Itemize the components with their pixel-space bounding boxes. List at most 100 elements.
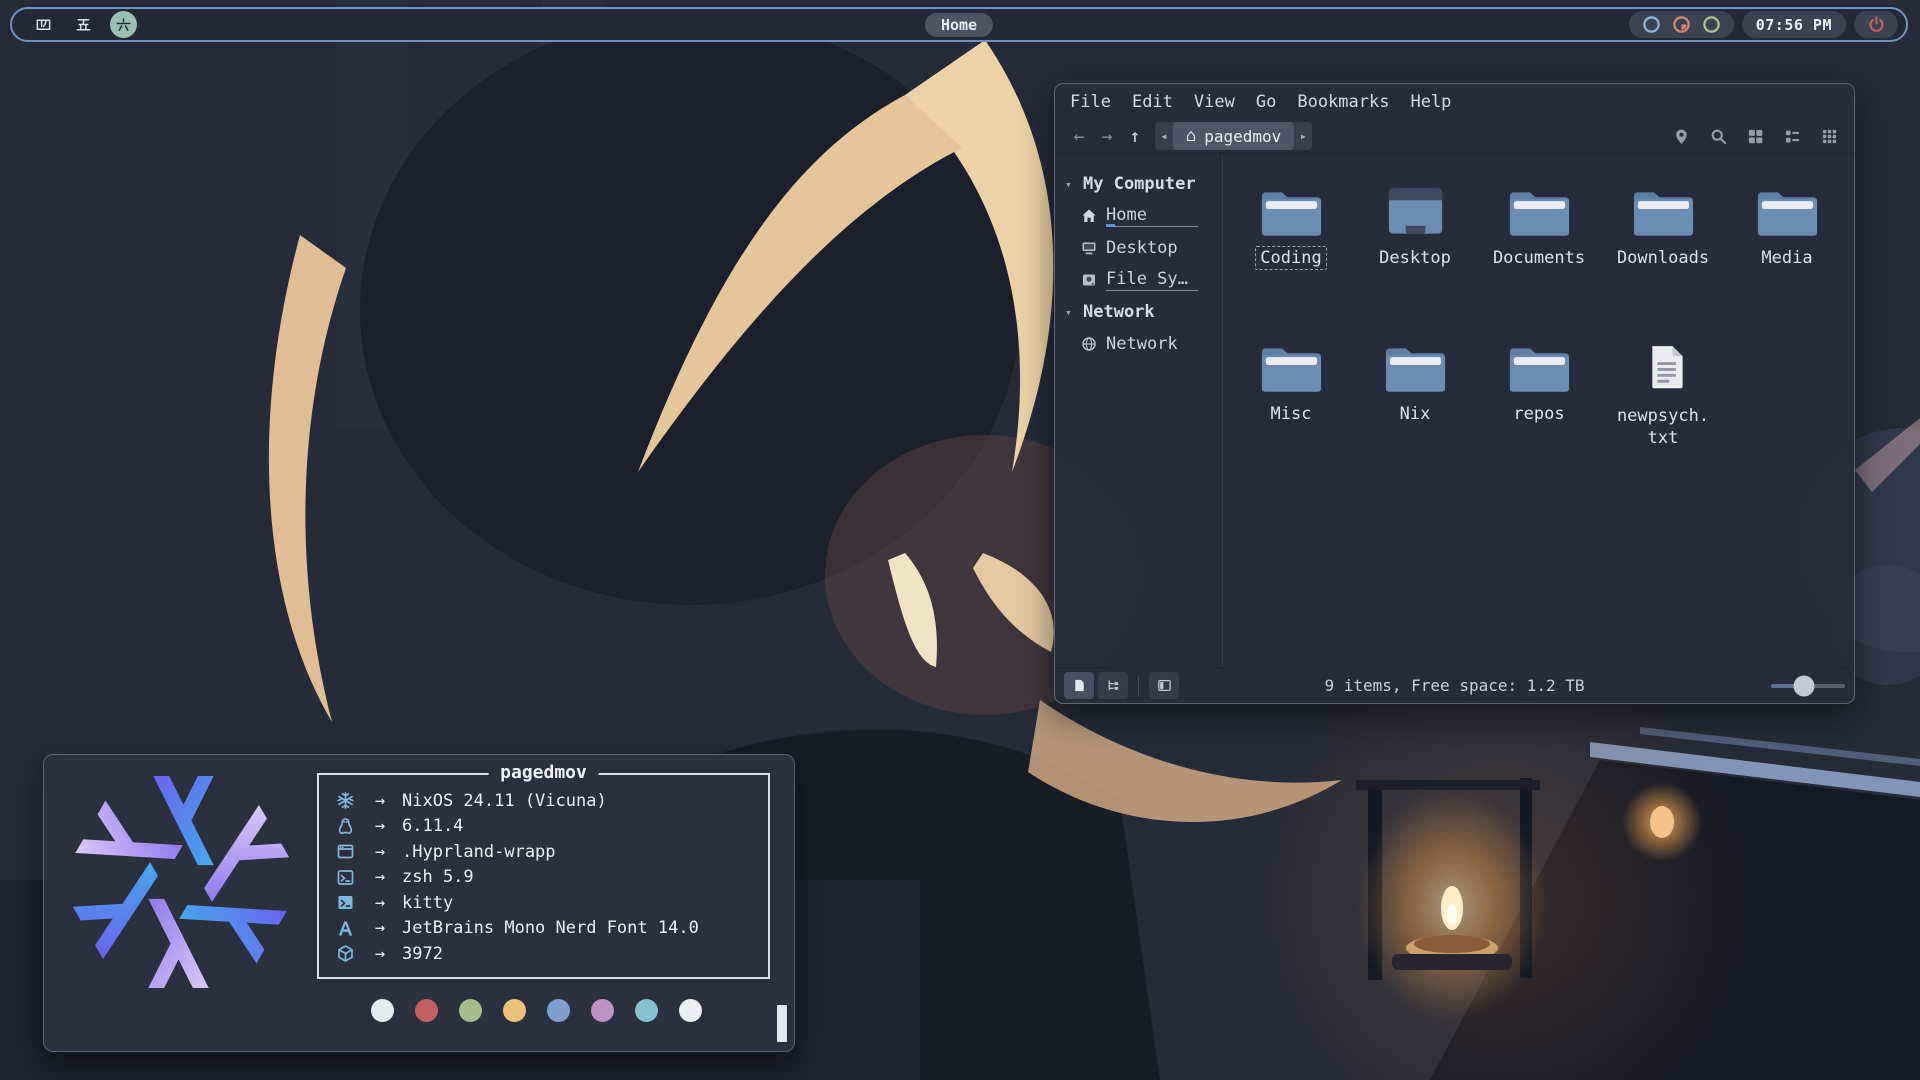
sidebar-item-label: Network <box>1106 334 1178 354</box>
window-icon <box>336 842 355 861</box>
forward-button[interactable]: → <box>1093 123 1121 149</box>
file-label: Misc <box>1271 403 1312 425</box>
sidebar-item-label: Home <box>1106 205 1198 227</box>
fetch-value-os: NixOS 24.11 (Vicuna) <box>402 791 607 811</box>
menu-bookmarks[interactable]: Bookmarks <box>1297 92 1389 112</box>
arrow-icon: → <box>358 867 402 887</box>
arrow-icon: → <box>358 791 402 811</box>
nixos-icon <box>336 791 355 810</box>
tree-pane-button[interactable] <box>1098 672 1128 699</box>
file-label: repos <box>1513 403 1564 425</box>
file-item-documents[interactable]: Documents <box>1477 180 1601 330</box>
path-scroll-left-icon[interactable]: ◂ <box>1155 129 1173 143</box>
palette-dot-5 <box>591 999 614 1022</box>
places-pane-button[interactable] <box>1064 672 1094 699</box>
file-label: newpsych.txt <box>1613 405 1713 449</box>
file-label: Nix <box>1400 403 1431 425</box>
workspace-four-glyph <box>35 16 52 33</box>
workspace-six[interactable] <box>110 11 137 38</box>
top-bar: Home 07:56 PM <box>10 7 1908 42</box>
zoom-slider[interactable] <box>1771 684 1845 688</box>
up-button[interactable]: ↑ <box>1121 123 1149 149</box>
sidebar-item-home[interactable]: Home <box>1055 200 1222 232</box>
zoom-slider-knob[interactable] <box>1794 675 1815 696</box>
file-item-coding[interactable]: Coding <box>1229 180 1353 330</box>
power-button[interactable] <box>1854 11 1898 38</box>
expander-icon[interactable]: ▾ <box>1065 306 1074 319</box>
file-item-media[interactable]: Media <box>1725 180 1849 330</box>
palette-dot-1 <box>415 999 438 1022</box>
sidebar-group-network[interactable]: ▾ Network <box>1055 296 1222 328</box>
workspace-five-glyph <box>75 16 92 33</box>
divider <box>1138 676 1139 696</box>
compact-view-button[interactable] <box>1778 123 1807 149</box>
icon-view-icon <box>1747 128 1764 145</box>
arrow-icon: → <box>358 918 402 938</box>
file-label: Documents <box>1493 247 1585 269</box>
fetch-value-terminal: kitty <box>402 893 453 913</box>
file-item-repos[interactable]: repos <box>1477 336 1601 486</box>
fetch-row-shell: → zsh 5.9 <box>332 865 768 891</box>
sidebar-item-label: Desktop <box>1106 238 1178 258</box>
sidebar-item-filesystem[interactable]: File Sy… <box>1055 264 1222 296</box>
sidebar-group-my-computer[interactable]: ▾ My Computer <box>1055 168 1222 200</box>
file-manager-body: ▾ My Computer Home Desktop File Sy… ▾ Ne… <box>1055 153 1854 667</box>
folder-icon <box>1260 186 1323 238</box>
workspace-five[interactable] <box>70 11 97 38</box>
file-item-nix[interactable]: Nix <box>1353 336 1477 486</box>
color-palette <box>371 999 702 1022</box>
indicator-orange-icon[interactable] <box>1672 15 1691 34</box>
nixos-logo <box>70 771 292 993</box>
indicator-green-icon[interactable] <box>1702 15 1721 34</box>
file-item-newpsych-txt[interactable]: newpsych.txt <box>1601 336 1725 486</box>
expander-icon[interactable]: ▾ <box>1065 178 1074 191</box>
file-item-downloads[interactable]: Downloads <box>1601 180 1725 330</box>
file-item-desktop[interactable]: Desktop <box>1353 180 1477 330</box>
indicator-blue-icon[interactable] <box>1642 15 1661 34</box>
font-icon <box>336 919 355 938</box>
sidebar-item-network[interactable]: Network <box>1055 328 1222 360</box>
toggle-side-pane-button[interactable] <box>1149 672 1179 699</box>
fetch-row-kernel: → 6.11.4 <box>332 814 768 840</box>
detailed-view-button[interactable] <box>1815 123 1844 149</box>
icon-view-button[interactable] <box>1741 123 1770 149</box>
sidebar-group-label: My Computer <box>1083 174 1196 194</box>
workspace-four[interactable] <box>30 11 57 38</box>
folder-icon <box>1508 342 1571 394</box>
terminal-window[interactable]: pagedmov → NixOS 24.11 (Vicuna) → 6.11.4… <box>43 754 795 1052</box>
detailed-view-icon <box>1821 128 1838 145</box>
file-item-misc[interactable]: Misc <box>1229 336 1353 486</box>
fetch-value-kernel: 6.11.4 <box>402 816 463 836</box>
menu-edit[interactable]: Edit <box>1132 92 1173 112</box>
palette-dot-6 <box>635 999 658 1022</box>
path-segment-home[interactable]: ⌂ pagedmov <box>1173 122 1294 150</box>
fetch-hostname: pagedmov <box>488 762 599 783</box>
fetch-rows: → NixOS 24.11 (Vicuna) → 6.11.4 → .Hyprl… <box>319 775 768 967</box>
workspace-switcher <box>30 11 137 38</box>
menu-go[interactable]: Go <box>1256 92 1276 112</box>
arrow-icon: → <box>358 893 402 913</box>
shell-icon <box>336 868 355 887</box>
side-pane-icon <box>1157 678 1172 693</box>
workspace-six-glyph <box>115 16 132 33</box>
path-segment-label: pagedmov <box>1204 127 1281 146</box>
path-scroll-right-icon[interactable]: ▸ <box>1294 129 1312 143</box>
arrow-icon: → <box>358 816 402 836</box>
search-button[interactable] <box>1704 123 1733 149</box>
drive-icon <box>1081 272 1097 288</box>
terminal-icon <box>336 893 355 912</box>
back-button[interactable]: ← <box>1065 123 1093 149</box>
palette-dot-0 <box>371 999 394 1022</box>
fetch-value-font: JetBrains Mono Nerd Font 14.0 <box>402 918 699 938</box>
menu-file[interactable]: File <box>1070 92 1111 112</box>
clock: 07:56 PM <box>1742 11 1846 38</box>
package-icon <box>336 944 355 963</box>
menu-help[interactable]: Help <box>1410 92 1451 112</box>
desktop-icon <box>1081 240 1097 256</box>
folder-icon <box>1260 342 1323 394</box>
menu-view[interactable]: View <box>1194 92 1235 112</box>
sidebar-group-label: Network <box>1083 302 1155 322</box>
location-button[interactable] <box>1667 123 1696 149</box>
text-file-icon <box>1634 342 1692 396</box>
sidebar-item-desktop[interactable]: Desktop <box>1055 232 1222 264</box>
